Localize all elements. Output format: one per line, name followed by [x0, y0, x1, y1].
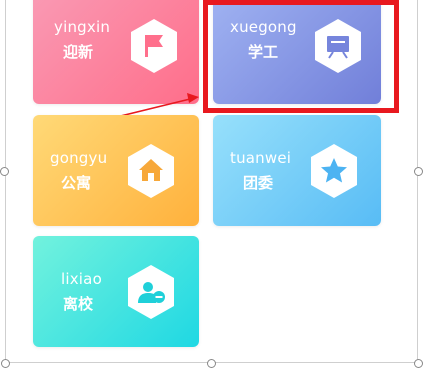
tile-gongyu-label-en: gongyu [50, 149, 108, 167]
tile-tuanwei-label-en: tuanwei [230, 149, 292, 167]
house-icon [126, 143, 176, 199]
tile-tuanwei[interactable]: tuanwei 团委 [213, 115, 381, 226]
tile-lixiao-label-en: lixiao [61, 270, 102, 288]
resize-handle-bottom-right[interactable] [414, 359, 423, 368]
user-minus-icon [126, 264, 176, 320]
tile-tuanwei-label-zh: 团委 [243, 174, 274, 192]
tile-gongyu[interactable]: gongyu 公寓 [33, 115, 199, 226]
resize-handle-bottom-left[interactable] [1, 359, 10, 368]
tile-lixiao[interactable]: lixiao 离校 [33, 236, 199, 347]
resize-handle-bottom-middle[interactable] [207, 359, 216, 368]
resize-handle-right-middle[interactable] [414, 167, 423, 176]
star-icon [309, 143, 359, 199]
tile-lixiao-label-zh: 离校 [63, 295, 94, 313]
tile-gongyu-label-zh: 公寓 [61, 174, 92, 192]
resize-handle-left-middle[interactable] [0, 167, 9, 176]
